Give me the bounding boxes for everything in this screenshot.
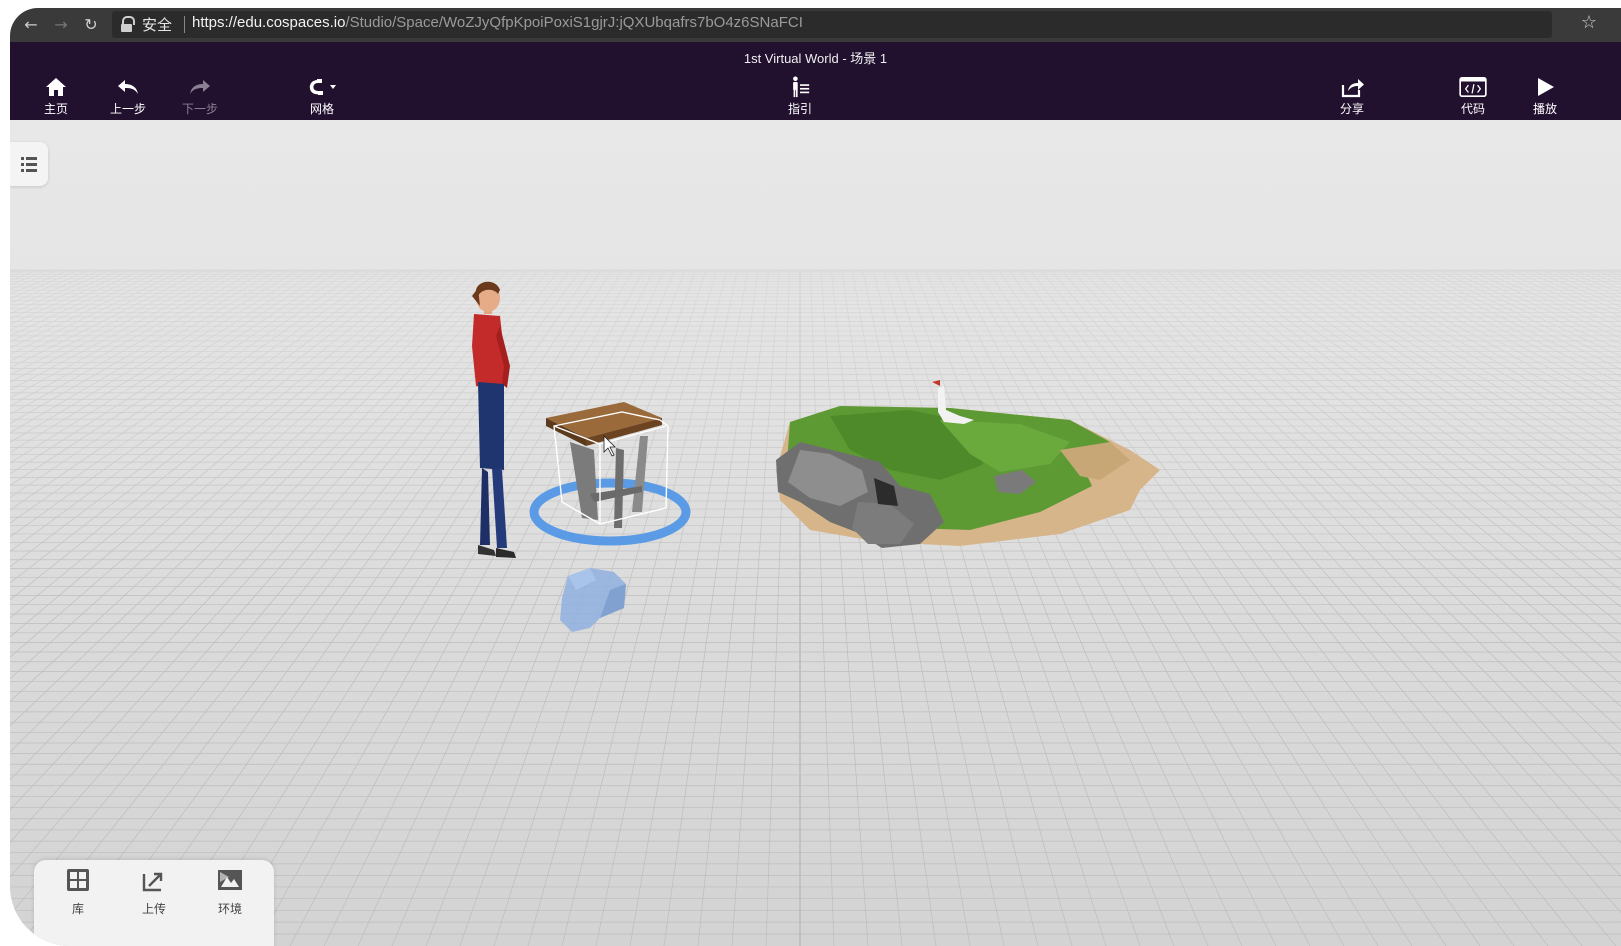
secure-label: 安全 [142,16,173,34]
library-button[interactable]: 库 [48,868,108,917]
play-button[interactable]: 播放 [1515,76,1575,117]
code-label: 代码 [1460,102,1485,116]
magnet-icon [309,79,336,95]
browser-bar: ← → ↻ 安全 https://edu.cospaces.io/Studio/… [10,8,1621,42]
code-icon [1459,77,1487,97]
scene-viewport[interactable] [10,120,1621,946]
play-icon [1538,78,1554,96]
upload-button[interactable]: 上传 [124,868,184,917]
redo-button[interactable]: 下一步 [170,76,230,117]
url-host: https://edu.cospaces.io [192,14,346,31]
environment-label: 环境 [217,902,242,916]
app-window: ← → ↻ 安全 https://edu.cospaces.io/Studio/… [10,8,1621,946]
share-label: 分享 [1339,102,1364,116]
undo-label: 上一步 [109,102,146,116]
back-icon[interactable]: ← [20,14,42,36]
share-button[interactable]: 分享 [1322,76,1382,117]
guide-icon [793,76,810,98]
guide-button[interactable]: 指引 [770,76,830,117]
scene-canvas[interactable] [10,120,1621,946]
reload-icon[interactable]: ↻ [80,14,102,36]
url-divider [184,16,185,33]
home-icon [46,78,66,96]
bottom-panel: 库 上传 环境 [34,860,274,946]
lock-icon [121,16,135,32]
grid-label: 网格 [309,102,334,116]
scene-list-button[interactable] [10,142,48,186]
upload-icon [142,872,163,892]
home-button[interactable]: 主页 [26,76,86,117]
redo-label: 下一步 [181,102,218,116]
home-label: 主页 [43,102,68,116]
code-button[interactable]: 代码 [1443,76,1503,117]
library-icon [67,869,89,891]
guide-label: 指引 [787,102,812,116]
app-toolbar: 1st Virtual World - 场景 1 主页 上一步 下一步 网格 指… [10,42,1621,120]
environment-icon [218,870,242,890]
play-label: 播放 [1532,102,1557,116]
scene-title[interactable]: 1st Virtual World - 场景 1 [10,48,1621,67]
url-text[interactable]: https://edu.cospaces.io/Studio/Space/WoZ… [192,14,803,31]
upload-label: 上传 [141,902,166,916]
grid-snap-button[interactable]: 网格 [292,76,352,117]
environment-button[interactable]: 环境 [200,868,260,917]
undo-icon [118,80,138,94]
library-label: 库 [71,902,84,916]
undo-button[interactable]: 上一步 [98,76,158,117]
forward-icon[interactable]: → [50,14,72,36]
bookmark-star-icon[interactable]: ☆ [1581,12,1597,33]
share-icon [1341,79,1364,98]
url-path: /Studio/Space/WoZJyQfpKpoiPoxiS1gjrJ:jQX… [345,14,803,31]
redo-icon [190,80,210,94]
address-bar[interactable]: 安全 https://edu.cospaces.io/Studio/Space/… [112,11,1552,38]
list-icon [21,157,37,172]
